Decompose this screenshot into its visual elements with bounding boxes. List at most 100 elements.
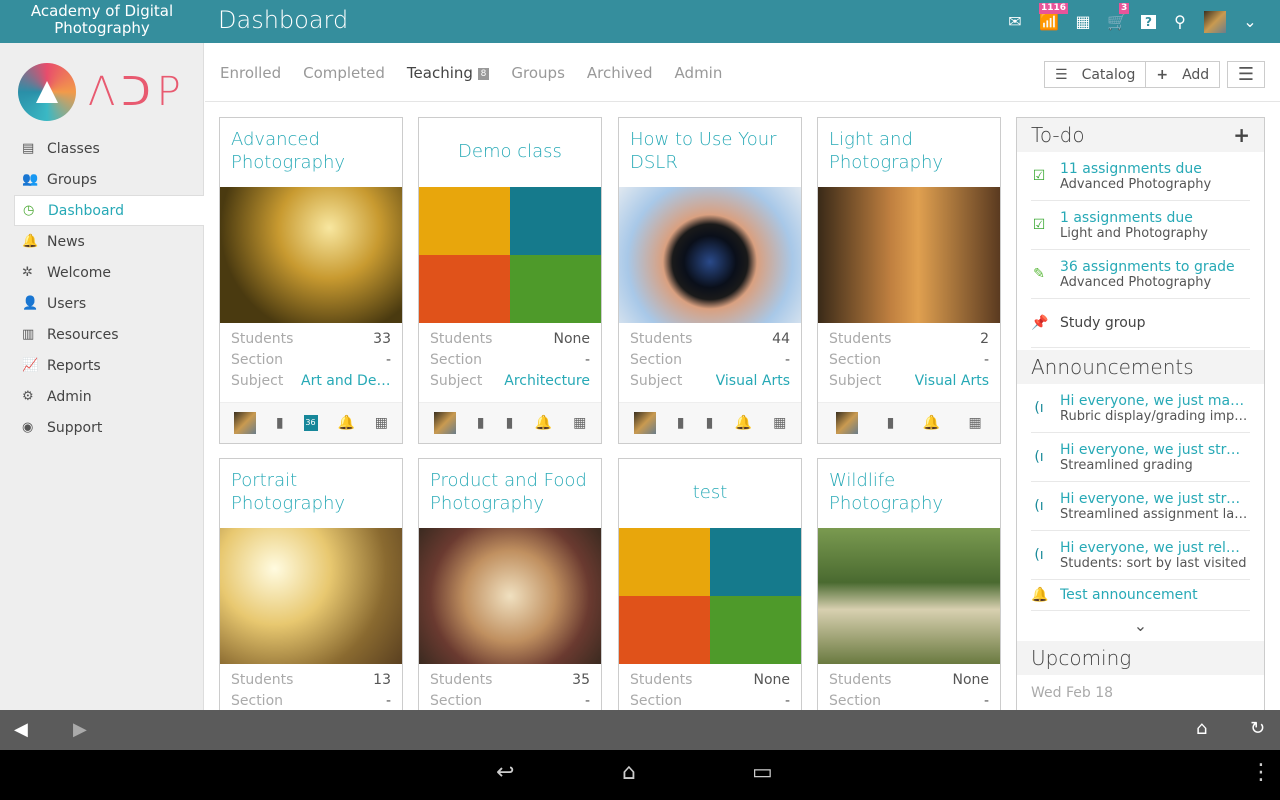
class-title[interactable]: Light and Photography (818, 118, 1000, 187)
bell-icon[interactable]: 🔔 (923, 415, 940, 431)
class-title[interactable]: Portrait Photography (220, 459, 402, 528)
announcement-item[interactable]: (ıHi everyone, we just released...Studen… (1031, 531, 1250, 580)
students-count: None (753, 672, 790, 693)
add-button[interactable]: +Add (1146, 61, 1220, 88)
tab-completed[interactable]: Completed (303, 64, 385, 82)
tab-teaching[interactable]: Teaching 8 (407, 64, 490, 82)
subject-link[interactable]: Visual Arts (915, 373, 989, 394)
class-thumbnail-icon[interactable] (634, 412, 656, 434)
notifications-badge: 1116 (1039, 3, 1068, 14)
document-icon[interactable]: ▮ (506, 415, 514, 431)
help-icon[interactable]: ? (1141, 15, 1156, 29)
notebook-icon[interactable]: ▮ (477, 415, 485, 431)
sidebar-item-resources[interactable]: ▥Resources (14, 319, 204, 350)
reports-icon: 📈 (22, 358, 40, 373)
document-icon[interactable]: ▮ (887, 415, 895, 431)
document-icon[interactable]: ▮ (706, 415, 714, 431)
class-image[interactable] (619, 528, 801, 664)
android-back-icon[interactable]: ↩ (496, 760, 514, 785)
subject-link[interactable]: Architecture (504, 373, 590, 394)
class-title[interactable]: Demo class (419, 118, 601, 187)
todo-item[interactable]: 📌Study group (1031, 299, 1250, 348)
right-panel: To-do+ ☑11 assignments dueAdvanced Photo… (1016, 117, 1265, 717)
class-image[interactable] (818, 528, 1000, 664)
chevron-down-icon[interactable]: ⌄ (1240, 12, 1260, 31)
class-title[interactable]: How to Use Your DSLR (619, 118, 801, 187)
students-count: 35 (572, 672, 590, 693)
add-todo-icon[interactable]: + (1233, 123, 1250, 147)
todo-item[interactable]: ☑11 assignments dueAdvanced Photography (1031, 152, 1250, 201)
android-home-icon[interactable]: ⌂ (622, 760, 636, 785)
sidebar-item-news[interactable]: 🔔News (14, 226, 204, 257)
class-image[interactable] (818, 187, 1000, 323)
class-thumbnail-icon[interactable] (434, 412, 456, 434)
announcements-title: Announcements (1031, 355, 1194, 379)
tab-groups[interactable]: Groups (511, 64, 564, 82)
class-image[interactable] (419, 528, 601, 664)
announcements-icon[interactable]: 📶1116 (1039, 12, 1059, 31)
broadcast-icon: (ı (1031, 547, 1047, 563)
class-title[interactable]: Advanced Photography (220, 118, 402, 187)
class-thumbnail-icon[interactable] (836, 412, 858, 434)
mail-icon[interactable]: ✉ (1005, 12, 1025, 31)
upcoming-title: Upcoming (1031, 646, 1131, 670)
android-recents-icon[interactable]: ▭ (752, 760, 773, 785)
bell-icon[interactable]: 🔔 (535, 415, 552, 431)
sidebar-item-groups[interactable]: 👥Groups (14, 164, 204, 195)
tab-admin[interactable]: Admin (675, 64, 723, 82)
class-thumbnail-icon[interactable] (234, 412, 256, 434)
notebook-icon[interactable]: ▮ (276, 415, 284, 431)
todo-item[interactable]: ☑1 assignments dueLight and Photography (1031, 201, 1250, 250)
class-card[interactable]: How to Use Your DSLR Students44 Section-… (618, 117, 802, 444)
school-name: Academy of Digital Photography (0, 3, 204, 37)
grid-icon[interactable]: ▦ (375, 415, 388, 431)
tab-enrolled[interactable]: Enrolled (220, 64, 281, 82)
class-title[interactable]: Product and Food Photography (419, 459, 601, 528)
sidebar-item-admin[interactable]: ⚙Admin (14, 381, 204, 412)
calendar-badge-icon[interactable]: 36 (304, 415, 318, 431)
menu-button[interactable]: ☰ (1227, 61, 1265, 88)
bell-icon[interactable]: 🔔 (337, 415, 354, 431)
overflow-icon[interactable]: ⋮ (1250, 760, 1272, 785)
grid-icon[interactable]: ▦ (773, 415, 786, 431)
section-value: - (585, 352, 590, 373)
grid-icon[interactable]: ▦ (573, 415, 586, 431)
sidebar-item-users[interactable]: 👤Users (14, 288, 204, 319)
tab-archived[interactable]: Archived (587, 64, 653, 82)
notebook-icon[interactable]: ▮ (677, 415, 685, 431)
class-image[interactable] (619, 187, 801, 323)
back-icon[interactable]: ◀ (14, 719, 28, 740)
class-title[interactable]: Wildlife Photography (818, 459, 1000, 528)
logo[interactable]: ΛᑐP (18, 63, 187, 121)
announcement-item[interactable]: (ıHi everyone, we just made...Rubric dis… (1031, 384, 1250, 433)
class-card[interactable]: Light and Photography Students2 Section-… (817, 117, 1001, 444)
class-image[interactable] (220, 187, 402, 323)
class-image[interactable] (220, 528, 402, 664)
subject-link[interactable]: Visual Arts (716, 373, 790, 394)
todo-item[interactable]: ✎36 assignments to gradeAdvanced Photogr… (1031, 250, 1250, 299)
cart-icon[interactable]: 🛒3 (1107, 12, 1127, 31)
calendar-icon[interactable]: ▦ (1073, 12, 1093, 31)
catalog-button[interactable]: ☰Catalog (1044, 61, 1146, 88)
sidebar-item-dashboard[interactable]: ◷Dashboard (14, 195, 204, 226)
class-card[interactable]: Demo class StudentsNone Section-SubjectA… (418, 117, 602, 444)
sidebar-item-reports[interactable]: 📈Reports (14, 350, 204, 381)
sidebar-item-support[interactable]: ◉Support (14, 412, 204, 443)
class-title[interactable]: test (619, 459, 801, 528)
avatar[interactable] (1204, 11, 1226, 33)
forward-icon[interactable]: ▶ (73, 719, 87, 740)
announcement-item[interactable]: 🔔Test announcement (1031, 580, 1250, 611)
class-card[interactable]: Advanced Photography Students33 Section-… (219, 117, 403, 444)
home-icon[interactable]: ⌂ (1196, 718, 1207, 739)
sidebar-item-welcome[interactable]: ✲Welcome (14, 257, 204, 288)
class-image[interactable] (419, 187, 601, 323)
refresh-icon[interactable]: ↻ (1250, 718, 1265, 739)
bell-icon[interactable]: 🔔 (735, 415, 752, 431)
sidebar-item-classes[interactable]: ▤Classes (14, 133, 204, 164)
chevron-down-icon[interactable]: ⌄ (1017, 611, 1264, 641)
search-icon[interactable]: ⚲ (1170, 12, 1190, 31)
grid-icon[interactable]: ▦ (969, 415, 982, 431)
subject-link[interactable]: Art and Design (301, 373, 391, 394)
announcement-item[interactable]: (ıHi everyone, we just streamlined...Str… (1031, 482, 1250, 531)
announcement-item[interactable]: (ıHi everyone, we just streamlined...Str… (1031, 433, 1250, 482)
